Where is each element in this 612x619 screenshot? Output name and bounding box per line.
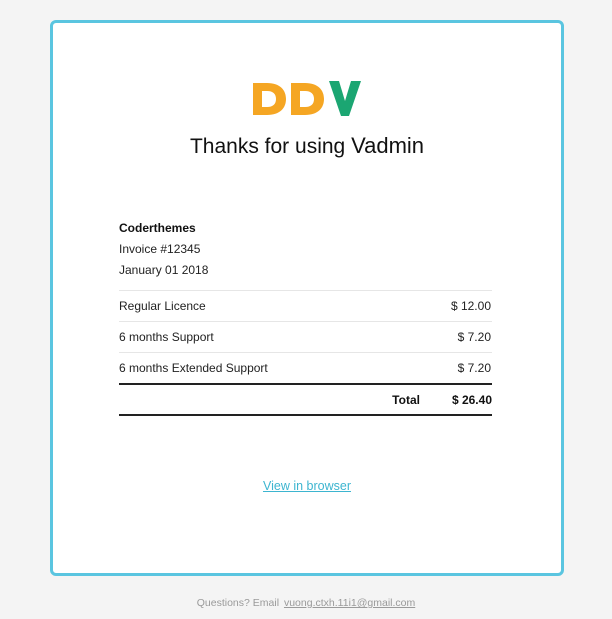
thanks-text: Thanks for using [189, 135, 346, 158]
invoice-date: January 01 2018 [119, 263, 209, 277]
invoice-items-table: Regular Licence $ 12.00 6 months Support… [119, 290, 492, 416]
total-label: Total [392, 392, 420, 407]
item-description: 6 months Support [119, 330, 214, 344]
invoice-item-row: 6 months Extended Support $ 7.20 [119, 352, 492, 383]
total-value: $ 26.40 [451, 392, 492, 407]
footer-email-link[interactable]: vuong.ctxh.11i1@gmail.com [284, 597, 415, 609]
invoice-item-row: 6 months Support $ 7.20 [119, 321, 492, 352]
view-in-browser-link[interactable]: View in browser [53, 479, 561, 493]
item-price: $ 12.00 [450, 299, 491, 313]
item-price: $ 7.20 [457, 361, 491, 375]
invoice-card: Thanks for using Vadmin Coderthemes Invo… [50, 20, 564, 576]
logo-letter-d-2 [291, 83, 324, 115]
ddv-logo [253, 81, 361, 116]
invoice-number: Invoice #12345 [119, 242, 201, 256]
item-description: 6 months Extended Support [119, 361, 268, 375]
footer-questions-text: Questions? Email [196, 597, 280, 609]
invoice-total-row: Total $ 26.40 [119, 383, 492, 416]
company-name: Coderthemes [119, 221, 196, 235]
item-price: $ 7.20 [457, 330, 491, 344]
logo-letter-v [329, 81, 361, 116]
footer: Questions? Email vuong.ctxh.11i1@gmail.c… [0, 597, 612, 609]
item-description: Regular Licence [119, 299, 206, 313]
logo-letter-d-1 [253, 83, 286, 115]
brand-name: Vadmin [351, 133, 425, 158]
invoice-item-row: Regular Licence $ 12.00 [119, 290, 492, 321]
page-title: Thanks for using Vadmin [53, 131, 561, 162]
